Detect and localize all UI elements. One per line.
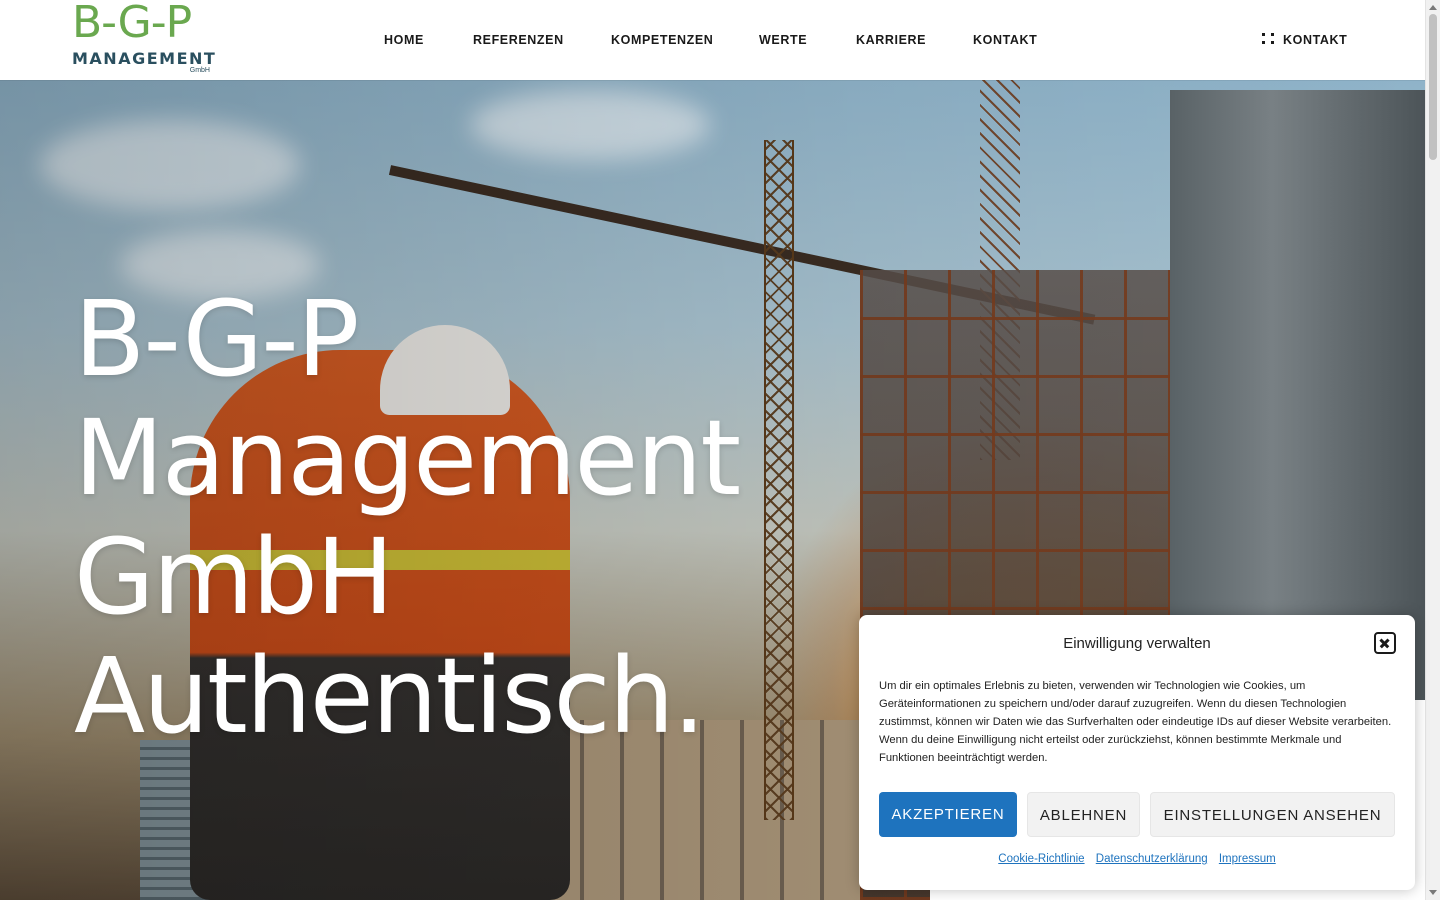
nav-home[interactable]: HOME: [384, 33, 424, 47]
logo-subtitle: MANAGEMENT: [72, 49, 217, 68]
nav-kompetenzen[interactable]: KOMPETENZEN: [611, 33, 713, 47]
header-contact-button[interactable]: KONTAKT: [1262, 33, 1347, 47]
hero-title-line: Authentisch.: [74, 635, 706, 757]
hero-title-line: GmbH: [74, 516, 394, 638]
hero-title-line: Management: [74, 397, 741, 519]
nav-kontakt[interactable]: KONTAKT: [973, 33, 1037, 47]
consent-title: Einwilligung verwalten: [1063, 635, 1211, 652]
nav-referenzen[interactable]: REFERENZEN: [473, 33, 564, 47]
grid-dots-icon: [1262, 33, 1275, 45]
logo[interactable]: B-G-P MANAGEMENT GmbH: [72, 0, 215, 76]
scroll-down-arrow-icon[interactable]: [1429, 890, 1437, 895]
close-icon[interactable]: [1374, 632, 1396, 654]
view-preferences-button[interactable]: EINSTELLUNGEN ANSEHEN: [1150, 792, 1395, 837]
imprint-link[interactable]: Impressum: [1219, 853, 1276, 865]
accept-button[interactable]: AKZEPTIEREN: [879, 792, 1017, 837]
deny-button[interactable]: ABLEHNEN: [1027, 792, 1140, 837]
hero-title: B-G-P Management GmbH Authentisch.: [74, 278, 741, 757]
cookie-policy-link[interactable]: Cookie-Richtlinie: [998, 853, 1084, 865]
logo-suffix: GmbH: [189, 67, 210, 74]
nav-karriere[interactable]: KARRIERE: [856, 33, 926, 47]
logo-wordmark: B-G-P: [72, 0, 192, 48]
scroll-up-arrow-icon[interactable]: [1429, 5, 1437, 10]
privacy-policy-link[interactable]: Datenschutzerklärung: [1096, 853, 1208, 865]
consent-text: Um dir ein optimales Erlebnis zu bieten,…: [879, 680, 1392, 764]
scroll-thumb[interactable]: [1429, 14, 1437, 160]
nav-werte[interactable]: WERTE: [759, 33, 807, 47]
consent-links: Cookie-Richtlinie Datenschutzerklärung I…: [859, 853, 1415, 865]
cookie-consent-dialog: Einwilligung verwalten Um dir ein optima…: [859, 615, 1415, 890]
site-header: B-G-P MANAGEMENT GmbH HOME REFERENZEN KO…: [0, 0, 1425, 80]
header-contact-label: KONTAKT: [1283, 33, 1348, 47]
page-scrollbar[interactable]: [1425, 0, 1440, 900]
hero-title-line: B-G-P: [74, 278, 360, 400]
